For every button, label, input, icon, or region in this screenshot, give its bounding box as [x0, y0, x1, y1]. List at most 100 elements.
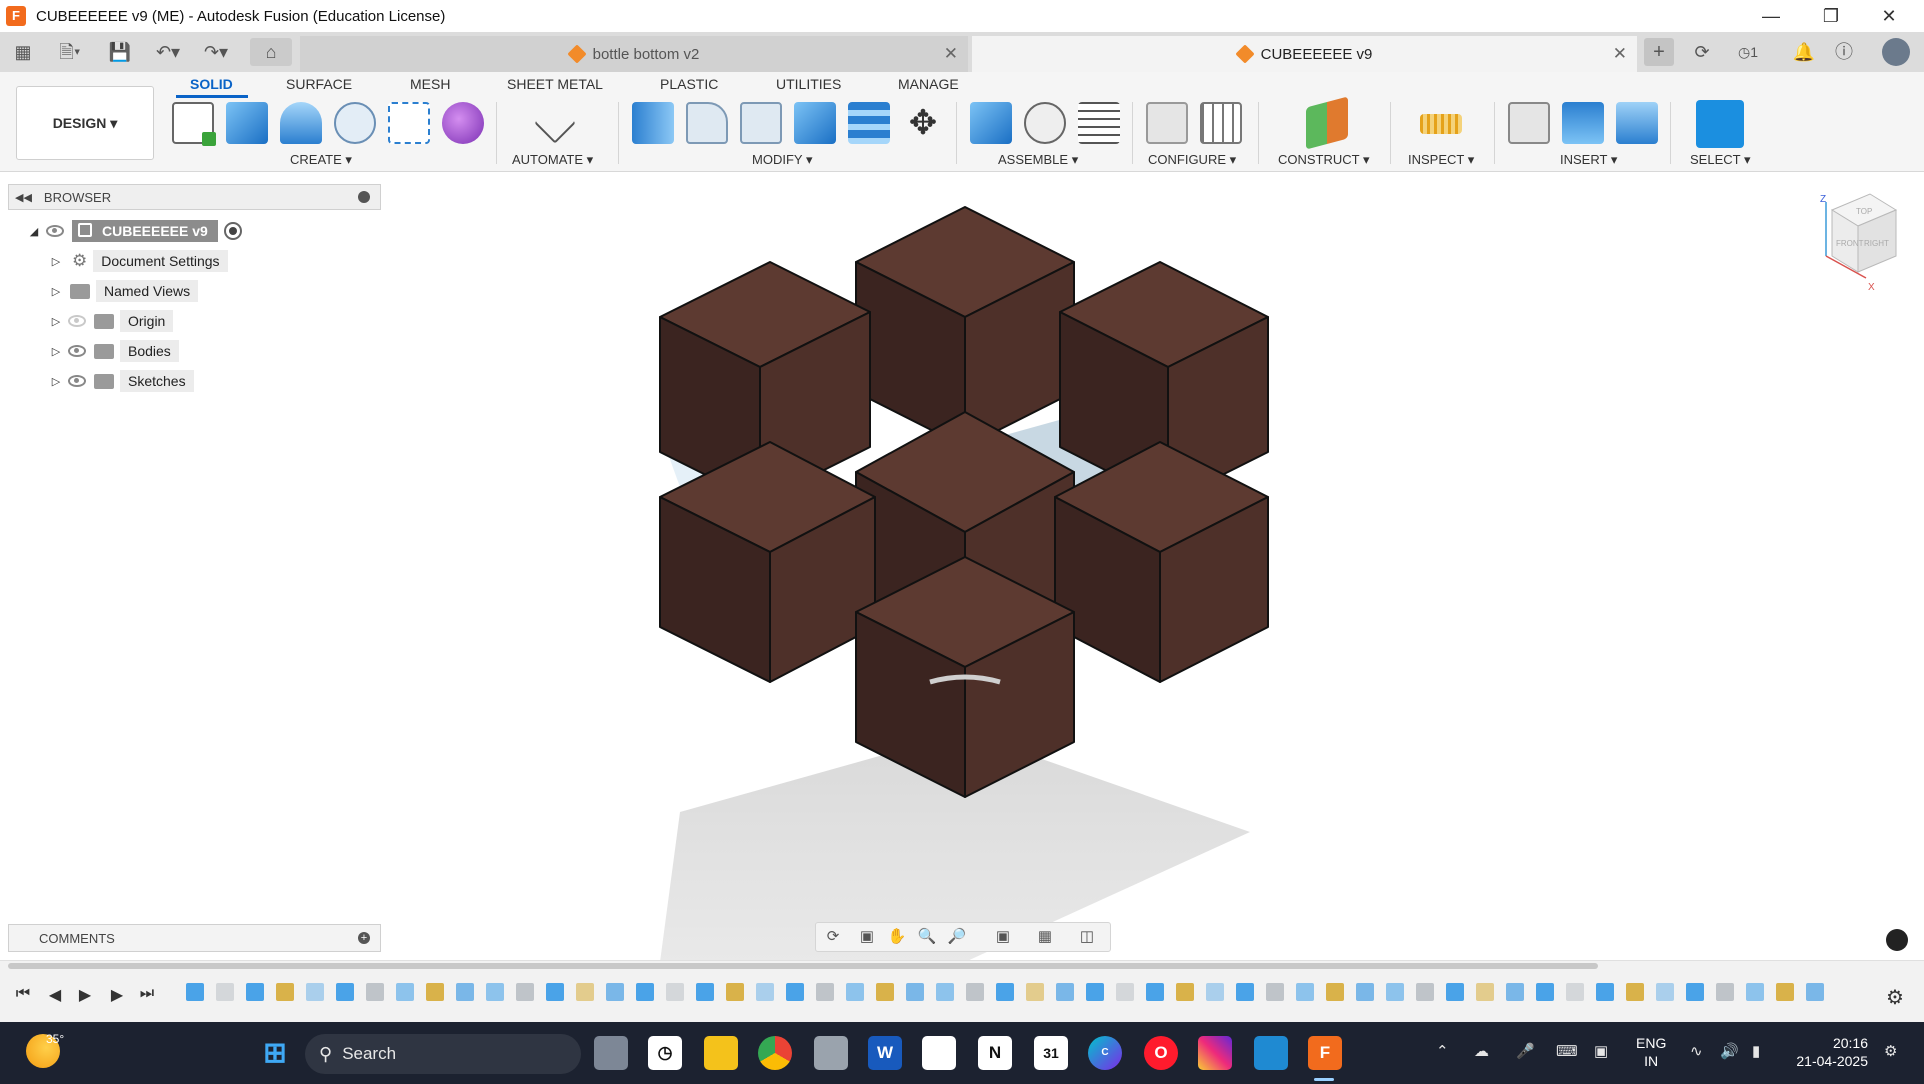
timeline-feature-icon[interactable]: [456, 983, 474, 1001]
tab-cubeeeeee[interactable]: CUBEEEEEE v9 ✕: [972, 36, 1637, 72]
close-tab-icon[interactable]: ✕: [1613, 44, 1627, 64]
timeline-feature-icon[interactable]: [816, 983, 834, 1001]
timeline-feature-icon[interactable]: [306, 983, 324, 1001]
timeline-feature-icon[interactable]: [1176, 983, 1194, 1001]
root-component-label[interactable]: CUBEEEEEE v9: [72, 220, 218, 242]
tab-surface[interactable]: SURFACE: [286, 76, 352, 92]
expand-icon[interactable]: ▷: [50, 285, 62, 298]
visibility-eye-icon[interactable]: [68, 345, 86, 357]
timeline-feature-icon[interactable]: [1356, 983, 1374, 1001]
insert-canvas-icon[interactable]: [1616, 102, 1658, 144]
tray-overflow-icon[interactable]: ⌃: [1436, 1042, 1449, 1060]
notifications-icon[interactable]: 🔔: [1790, 38, 1818, 66]
timeline-feature-icon[interactable]: [1026, 983, 1044, 1001]
orbit-icon[interactable]: ⟳: [822, 927, 844, 947]
create-sketch-icon[interactable]: [172, 102, 216, 146]
go-to-start-icon[interactable]: ⏮: [10, 985, 36, 1003]
timeline-feature-icon[interactable]: [666, 983, 684, 1001]
start-button[interactable]: ⊞: [258, 1036, 292, 1070]
timeline-scrollbar[interactable]: [8, 963, 1598, 969]
job-status-icon[interactable]: ◷1: [1728, 38, 1768, 66]
timeline-feature-icon[interactable]: [1596, 983, 1614, 1001]
timeline-feature-icon[interactable]: [1746, 983, 1764, 1001]
timeline-feature-icon[interactable]: [546, 983, 564, 1001]
timeline-feature-icon[interactable]: [1296, 983, 1314, 1001]
pan-hand-icon[interactable]: ✋: [886, 927, 908, 947]
timeline-feature-icon[interactable]: [186, 983, 204, 1001]
configuration-table-icon[interactable]: [1200, 102, 1242, 144]
comments-panel[interactable]: COMMENTS +: [8, 924, 381, 952]
fusion-taskbar-icon[interactable]: F: [1308, 1036, 1342, 1070]
timeline-feature-icon[interactable]: [426, 983, 444, 1001]
move-icon[interactable]: ✥: [902, 102, 944, 144]
timeline-feature-icon[interactable]: [1776, 983, 1794, 1001]
display-settings-icon[interactable]: ▣: [992, 927, 1014, 947]
visibility-eye-icon[interactable]: [46, 225, 64, 237]
look-at-icon[interactable]: ▣: [856, 927, 878, 947]
timeline-feature-icon[interactable]: [246, 983, 264, 1001]
undo-icon[interactable]: ↶▾: [148, 38, 188, 66]
file-explorer-icon[interactable]: [704, 1036, 738, 1070]
configure-menu[interactable]: CONFIGURE ▾: [1148, 152, 1236, 168]
step-back-icon[interactable]: ◀: [42, 985, 68, 1005]
timeline-feature-icon[interactable]: [1626, 983, 1644, 1001]
activate-radio-icon[interactable]: [223, 222, 242, 240]
tab-bottle-bottom[interactable]: bottle bottom v2 ✕: [300, 36, 968, 72]
task-view-icon[interactable]: [594, 1036, 628, 1070]
tree-item-origin[interactable]: ▷ Origin: [50, 309, 174, 333]
search-input[interactable]: ⚲ Search: [305, 1034, 581, 1074]
combine-icon[interactable]: [794, 102, 836, 144]
tab-solid[interactable]: SOLID: [190, 76, 233, 92]
file-menu-icon[interactable]: 🗎▾: [50, 38, 90, 66]
offset-plane-icon[interactable]: [1306, 96, 1348, 150]
timeline-feature-icon[interactable]: [1116, 983, 1134, 1001]
select-menu[interactable]: SELECT ▾: [1690, 152, 1750, 168]
extensions-icon[interactable]: ⟳: [1688, 38, 1716, 66]
tree-item-bodies[interactable]: ▷ Bodies: [50, 339, 179, 363]
revolve-icon[interactable]: [280, 102, 322, 144]
tab-manage[interactable]: MANAGE: [898, 76, 959, 92]
timeline-feature-icon[interactable]: [396, 983, 414, 1001]
timeline-feature-icon[interactable]: [1146, 983, 1164, 1001]
timeline-feature-icon[interactable]: [1476, 983, 1494, 1001]
canva-icon[interactable]: C: [1088, 1036, 1122, 1070]
app-grid-icon[interactable]: ▦: [8, 38, 38, 66]
browser-pin-icon[interactable]: [358, 191, 370, 203]
timeline-feature-icon[interactable]: [1656, 983, 1674, 1001]
configure-icon[interactable]: [1146, 102, 1188, 144]
measure-icon[interactable]: [1420, 114, 1462, 134]
timeline-feature-icon[interactable]: [906, 983, 924, 1001]
timeline-feature-icon[interactable]: [1416, 983, 1434, 1001]
bill-of-materials-icon[interactable]: [1078, 102, 1120, 144]
go-to-end-icon[interactable]: ⏭: [134, 985, 160, 1003]
minimize-button[interactable]: —: [1742, 0, 1800, 32]
assemble-menu[interactable]: ASSEMBLE ▾: [998, 152, 1078, 168]
tree-item-sketches[interactable]: ▷ Sketches: [50, 369, 194, 393]
timeline-feature-icon[interactable]: [216, 983, 234, 1001]
language-indicator[interactable]: ENG IN: [1636, 1034, 1666, 1070]
collapse-icon[interactable]: ◢: [28, 225, 40, 238]
automate-menu[interactable]: AUTOMATE ▾: [512, 152, 593, 168]
timeline-feature-icon[interactable]: [1536, 983, 1554, 1001]
3d-viewport[interactable]: TOP FRONT RIGHT Z X: [0, 172, 1924, 962]
expand-icon[interactable]: ▷: [50, 255, 62, 268]
viewcube[interactable]: TOP FRONT RIGHT Z X: [1820, 193, 1898, 293]
tree-root[interactable]: ◢ CUBEEEEEE v9: [28, 219, 242, 243]
help-icon[interactable]: ⓘ: [1830, 38, 1858, 66]
timeline-feature-icon[interactable]: [516, 983, 534, 1001]
timeline-feature-icon[interactable]: [1386, 983, 1404, 1001]
new-tab-icon[interactable]: +: [1644, 38, 1674, 66]
calendar-icon[interactable]: 31: [1034, 1036, 1068, 1070]
form-icon[interactable]: [442, 102, 484, 144]
vscode-icon[interactable]: [1254, 1036, 1288, 1070]
inspect-menu[interactable]: INSPECT ▾: [1408, 152, 1474, 168]
timeline-feature-icon[interactable]: [1236, 983, 1254, 1001]
expand-icon[interactable]: ▷: [50, 375, 62, 388]
timeline-feature-icon[interactable]: [1326, 983, 1344, 1001]
browser-panel-header[interactable]: ◀◀ BROWSER: [8, 184, 381, 210]
calculator-icon[interactable]: [814, 1036, 848, 1070]
expand-icon[interactable]: ▷: [50, 315, 62, 328]
timeline-feature-icon[interactable]: [366, 983, 384, 1001]
notion-icon[interactable]: N: [978, 1036, 1012, 1070]
timeline-feature-icon[interactable]: [336, 983, 354, 1001]
